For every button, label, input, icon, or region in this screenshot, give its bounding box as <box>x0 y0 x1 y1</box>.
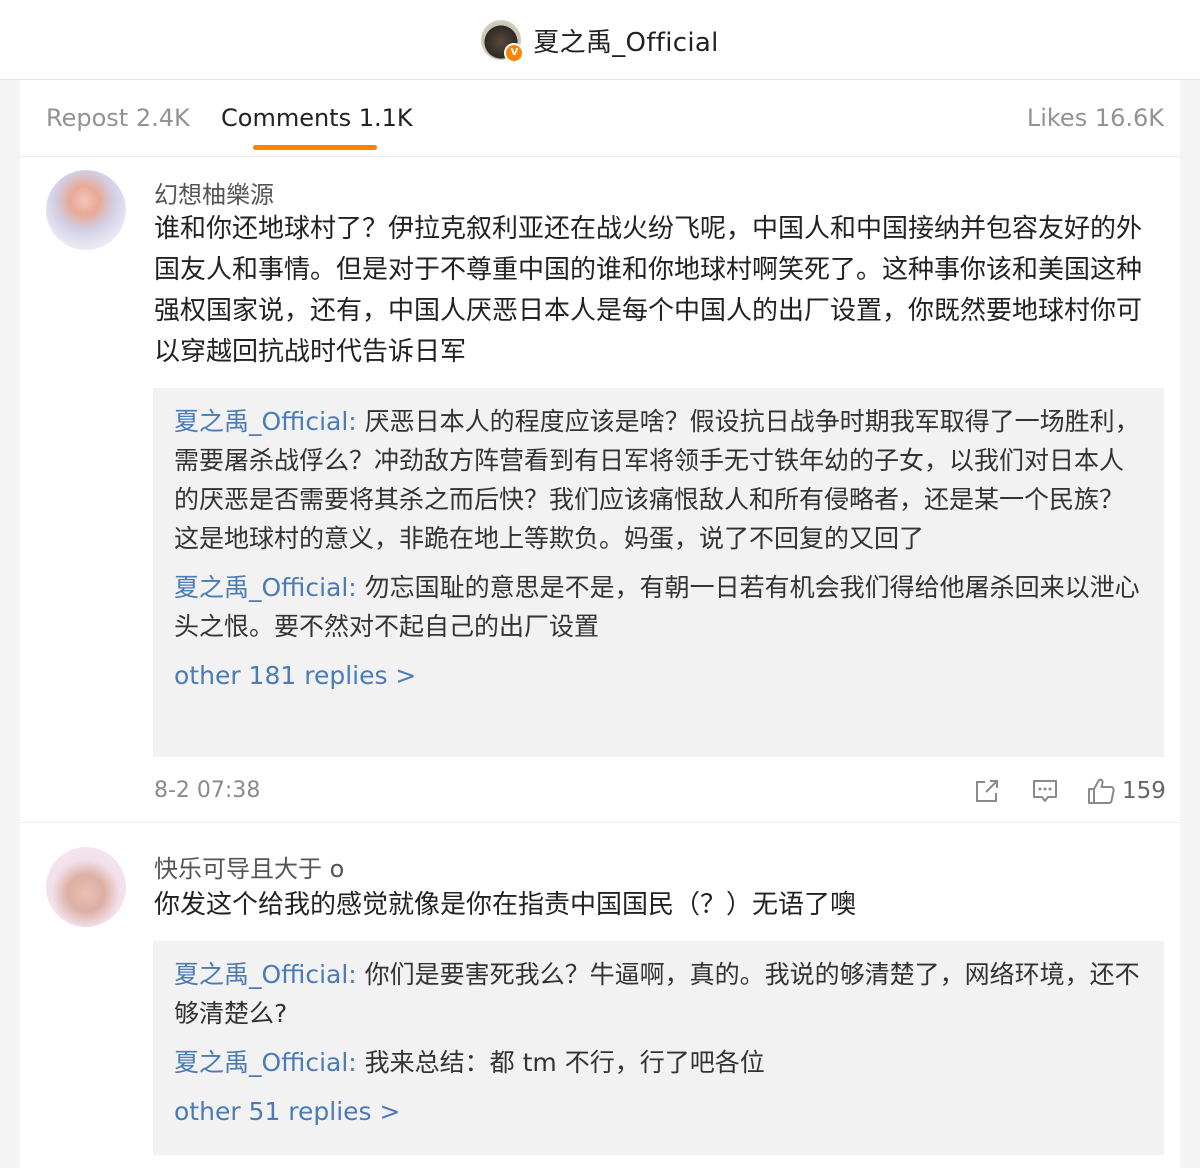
more-replies-link[interactable]: other 181 replies > <box>174 656 1144 695</box>
reply-item[interactable]: 夏之禹_Official: 厌恶日本人的程度应该是啥？假设抗日战争时期我军取得了… <box>174 402 1144 558</box>
comment-item: 幻想柚樂源 谁和你还地球村了？伊拉克叙利亚还在战火纷飞呢，中国人和中国接纳并包容… <box>20 157 1180 822</box>
reply-thread[interactable]: 夏之禹_Official: 你们是要害死我么？牛逼啊，真的。我说的够清楚了，网络… <box>153 941 1164 1155</box>
verified-badge: V <box>504 43 525 63</box>
tab-bar: Repost 2.4K Comments 1.1K Likes 16.6K <box>20 80 1180 157</box>
commenter-avatar[interactable] <box>46 847 126 927</box>
top-bar: V 夏之禹_Official <box>0 0 1200 80</box>
more-replies-link[interactable]: other 51 replies > <box>174 1092 1144 1131</box>
reply-item[interactable]: 夏之禹_Official: 我来总结：都 tm 不行，行了吧各位 <box>174 1043 1144 1082</box>
tab-repost[interactable]: Repost 2.4K <box>46 104 190 132</box>
account-header[interactable]: V 夏之禹_Official <box>0 0 1200 80</box>
commenter-avatar[interactable] <box>46 170 126 250</box>
reply-thread[interactable]: 夏之禹_Official: 厌恶日本人的程度应该是啥？假设抗日战争时期我军取得了… <box>153 388 1164 757</box>
account-avatar[interactable]: V <box>481 20 525 63</box>
comment-text: 你发这个给我的感觉就像是你在指责中国国民（？）无语了噢 <box>154 890 857 920</box>
tab-likes[interactable]: Likes 16.6K <box>1027 104 1164 132</box>
reply-author[interactable]: 夏之禹_Official: <box>174 1048 357 1077</box>
right-gutter <box>1180 80 1200 1168</box>
reply-author[interactable]: 夏之禹_Official: <box>174 407 357 436</box>
account-name[interactable]: 夏之禹_Official <box>533 22 718 59</box>
active-tab-indicator <box>253 145 377 150</box>
share-icon[interactable] <box>972 776 1002 806</box>
left-gutter <box>0 80 20 1168</box>
like-icon[interactable] <box>1086 776 1116 806</box>
commenter-name[interactable]: 快乐可导且大于 o <box>154 849 344 884</box>
reply-item[interactable]: 夏之禹_Official: 你们是要害死我么？牛逼啊，真的。我说的够清楚了，网络… <box>174 955 1144 1033</box>
reply-author[interactable]: 夏之禹_Official: <box>174 573 357 602</box>
comment-text: 谁和你还地球村了？伊拉克叙利亚还在战火纷飞呢，中国人和中国接纳并包容友好的外国友… <box>154 214 1143 367</box>
comment-item: 快乐可导且大于 o 你发这个给我的感觉就像是你在指责中国国民（？）无语了噢 夏之… <box>20 822 1180 1169</box>
commenter-name[interactable]: 幻想柚樂源 <box>154 175 274 210</box>
reply-text: 我来总结：都 tm 不行，行了吧各位 <box>356 1048 765 1077</box>
comment-icon[interactable] <box>1030 776 1060 806</box>
reply-item[interactable]: 夏之禹_Official: 勿忘国耻的意思是不是，有朝一日若有机会我们得给他屠杀… <box>174 568 1144 646</box>
comment-timestamp: 8-2 07:38 <box>154 778 261 803</box>
like-count: 159 <box>1122 778 1166 804</box>
comment-meta: 8-2 07:38 159 <box>154 772 1166 812</box>
tab-comments[interactable]: Comments 1.1K <box>221 104 413 132</box>
reply-author[interactable]: 夏之禹_Official: <box>174 960 357 989</box>
